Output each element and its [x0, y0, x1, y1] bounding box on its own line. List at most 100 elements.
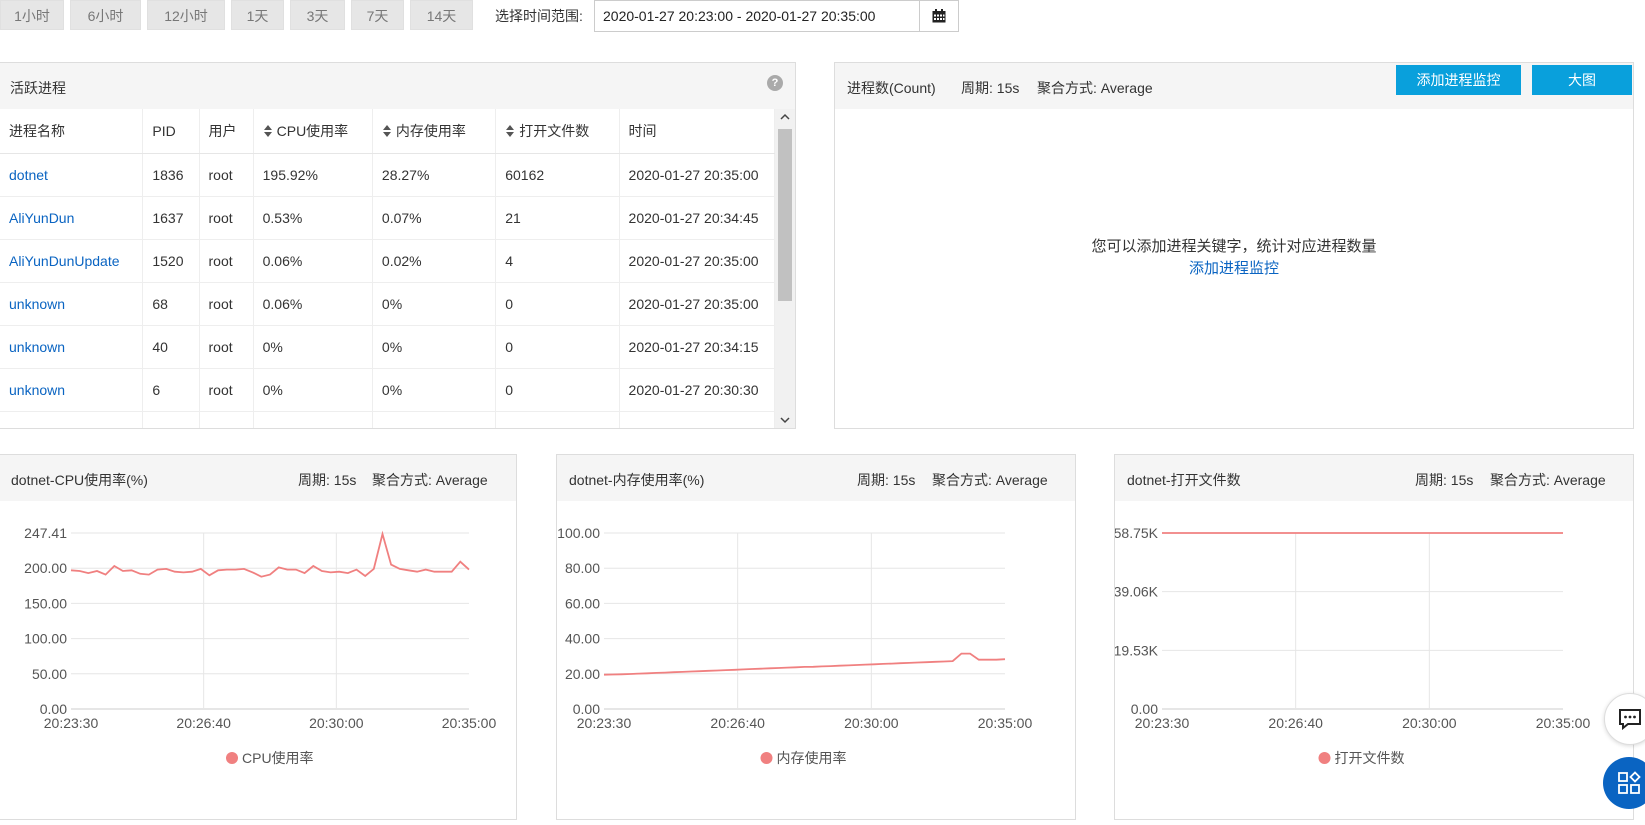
column-header-memory[interactable]: 内存使用率 [372, 109, 497, 154]
aggregation-label: 聚合方式: Average [1037, 80, 1153, 96]
cell-memory: 0.02% [372, 239, 497, 283]
time-range-input[interactable] [594, 0, 920, 32]
legend-label: 内存使用率 [777, 750, 847, 766]
time-range-toolbar: 1小时 6小时 12小时 1天 3天 7天 14天 选择时间范围: [0, 0, 960, 32]
scroll-down-icon[interactable] [780, 416, 790, 424]
x-tick-label: 20:30:00 [1402, 715, 1457, 731]
process-name-link[interactable]: dotnet [0, 153, 144, 197]
panel-title: 活跃进程 [10, 80, 66, 96]
cell-pid: 68 [142, 282, 200, 326]
open-files-chart-panel: dotnet-打开文件数 周期: 15s 聚合方式: Average 58.75… [1114, 454, 1634, 820]
add-process-monitor-link[interactable]: 添加进程监控 [835, 257, 1633, 278]
cell-pid: 40 [142, 325, 200, 369]
calendar-button[interactable] [919, 0, 959, 32]
cell-pid: 6 [142, 368, 200, 412]
help-icon[interactable]: ? [767, 75, 783, 91]
cell-cpu: 0% [253, 325, 373, 369]
range-1h-button[interactable]: 1小时 [0, 0, 64, 30]
cell-cpu: 195.92% [253, 153, 373, 197]
cpu-line-chart: 247.41200.00150.00100.0050.000.0020:23:3… [24, 525, 497, 766]
process-name-link[interactable]: AliYunDun [0, 196, 144, 240]
cell-open-files: 0 [495, 282, 620, 326]
process-name-link[interactable]: unknown [0, 282, 144, 326]
range-3d-button[interactable]: 3天 [290, 0, 345, 30]
y-tick-label: 100.00 [24, 631, 67, 647]
sort-icon [506, 125, 515, 137]
period-label: 周期: 15s [298, 472, 357, 488]
large-chart-button[interactable]: 大图 [1532, 65, 1632, 95]
table-row: dotnet 1836 root 195.92% 28.27% 60162 2020-01-… [0, 153, 776, 197]
chart-title: dotnet-内存使用率(%) [569, 472, 705, 488]
range-12h-button[interactable]: 12小时 [147, 0, 225, 30]
column-header-open-files-label: 打开文件数 [519, 123, 590, 139]
x-tick-label: 20:23:30 [44, 715, 99, 731]
legend-label: CPU使用率 [242, 750, 314, 766]
table-row: unknown 40 root 0% 0% 0 2020-01-27 20:34:15 [0, 325, 776, 369]
panel-header: 活跃进程 ? [0, 63, 795, 109]
column-header-time: 时间 [619, 109, 776, 154]
legend-marker[interactable] [226, 752, 238, 764]
table-row: unknown10root0%0%02020-01-27 20:31:30 [0, 411, 776, 428]
column-header-open-files[interactable]: 打开文件数 [495, 109, 620, 154]
cell-open-files: 0 [495, 368, 620, 412]
cell-pid: 1836 [142, 153, 200, 197]
chart-header: dotnet-内存使用率(%) 周期: 15s 聚合方式: Average [557, 455, 1075, 501]
table-scrollbar[interactable] [775, 109, 795, 428]
process-name-link[interactable]: unknown [0, 411, 144, 428]
cell-pid: 1520 [142, 239, 200, 283]
cell-memory: 0% [372, 282, 497, 326]
legend-marker[interactable] [760, 752, 773, 764]
cell-open-files: 60162 [495, 153, 620, 197]
cell-open-files: 21 [495, 196, 620, 240]
chart-header: dotnet-打开文件数 周期: 15s 聚合方式: Average [1115, 455, 1633, 501]
cell-open-files: 0 [495, 325, 620, 369]
chat-icon [1619, 709, 1641, 730]
legend-label: 打开文件数 [1335, 750, 1405, 766]
add-process-monitor-button[interactable]: 添加进程监控 [1396, 65, 1521, 95]
cell-pid: 1637 [142, 196, 200, 240]
legend-marker[interactable] [1318, 752, 1331, 764]
cell-user: root [199, 282, 254, 326]
column-header-cpu[interactable]: CPU使用率 [253, 109, 373, 154]
x-tick-label: 20:35:00 [442, 715, 497, 731]
range-6h-button[interactable]: 6小时 [70, 0, 141, 30]
series-line [603, 652, 1006, 676]
aggregation-label: 聚合方式: Average [372, 472, 488, 488]
column-header-pid: PID [142, 109, 200, 154]
y-tick-label: 100.00 [557, 525, 600, 541]
y-tick-label: 58.75K [1115, 525, 1159, 541]
panel-title: 进程数(Count) [847, 80, 936, 96]
y-tick-label: 200.00 [24, 560, 67, 576]
cell-time: 2020-01-27 20:31:30 [619, 411, 776, 428]
process-table-body: dotnet 1836 root 195.92% 28.27% 60162 2020-01-… [0, 153, 776, 428]
cpu-chart-panel: dotnet-CPU使用率(%) 周期: 15s 聚合方式: Average 2… [0, 454, 517, 820]
calendar-icon [932, 9, 946, 23]
chart-header: dotnet-CPU使用率(%) 周期: 15s 聚合方式: Average [0, 455, 516, 501]
apps-icon [1618, 771, 1641, 794]
chart-title: dotnet-打开文件数 [1127, 472, 1241, 488]
empty-state-message: 您可以添加进程关键字，统计对应进程数量 [1091, 238, 1377, 255]
x-tick-label: 20:35:00 [978, 715, 1033, 731]
range-14d-button[interactable]: 14天 [410, 0, 473, 30]
cell-time: 2020-01-27 20:34:15 [619, 325, 776, 369]
x-tick-label: 20:35:00 [1536, 715, 1591, 731]
scroll-up-icon[interactable] [780, 113, 790, 121]
memory-line-chart: 100.0080.0060.0040.0020.000.0020:23:30 20… [557, 525, 1033, 766]
aggregation-label: 聚合方式: Average [932, 472, 1048, 488]
range-1d-button[interactable]: 1天 [231, 0, 284, 30]
range-7d-button[interactable]: 7天 [351, 0, 404, 30]
process-count-panel: 进程数(Count) 周期: 15s 聚合方式: Average 添加进程监控 … [834, 62, 1634, 429]
cell-pid: 10 [142, 411, 200, 428]
cell-cpu: 0.53% [253, 196, 373, 240]
period-label: 周期: 15s [857, 472, 916, 488]
process-name-link[interactable]: unknown [0, 368, 144, 412]
cell-memory: 0.07% [372, 196, 497, 240]
x-tick-label: 20:30:00 [844, 715, 899, 731]
memory-chart-panel: dotnet-内存使用率(%) 周期: 15s 聚合方式: Average 10… [556, 454, 1076, 820]
process-name-link[interactable]: unknown [0, 325, 144, 369]
column-header-user: 用户 [199, 109, 254, 154]
process-name-link[interactable]: AliYunDunUpdate [0, 239, 144, 283]
table-row: unknown 68 root 0.06% 0% 0 2020-01-27 20:35:00 [0, 282, 776, 326]
cell-time: 2020-01-27 20:34:45 [619, 196, 776, 240]
scrollbar-thumb[interactable] [778, 129, 792, 301]
